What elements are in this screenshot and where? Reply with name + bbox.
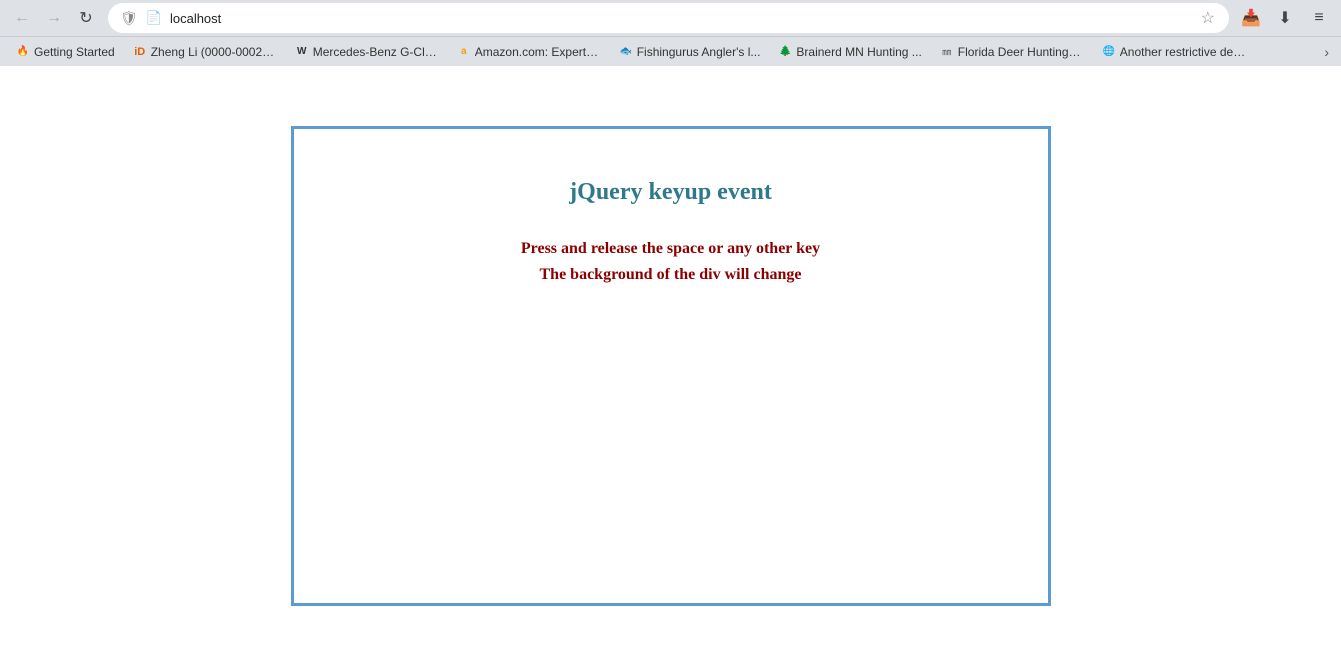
instruction-line-2: The background of the div will change xyxy=(521,262,820,288)
refresh-icon: ↻ xyxy=(79,8,92,28)
bookmark-label-3: Mercedes-Benz G-Clas... xyxy=(313,45,439,59)
bookmark-star-button[interactable]: ☆ xyxy=(1199,6,1217,30)
demo-instructions: Press and release the space or any other… xyxy=(521,236,820,287)
bookmark-favicon-6: 🌲 xyxy=(778,45,792,59)
forward-button[interactable]: → xyxy=(40,4,68,32)
bookmark-item-florida-deer[interactable]: ㎜ Florida Deer Hunting S... xyxy=(932,42,1092,62)
instruction-line-1: Press and release the space or any other… xyxy=(521,236,820,262)
address-bar[interactable]: 🛡 📄 localhost ☆ xyxy=(108,3,1229,33)
toolbar-right: 📥 ⬇ ≡ xyxy=(1237,4,1333,32)
bookmark-item-another[interactable]: 🌐 Another restrictive dee... xyxy=(1094,42,1254,62)
menu-icon: ≡ xyxy=(1314,9,1323,27)
back-icon: ← xyxy=(14,9,30,27)
bookmark-label-5: Fishingurus Angler's l... xyxy=(637,45,761,59)
bookmark-favicon-2: iD xyxy=(133,45,147,59)
bookmark-item-getting-started[interactable]: 🔥 Getting Started xyxy=(8,42,123,62)
url-text: localhost xyxy=(170,11,1191,26)
bookmark-item-mercedes[interactable]: W Mercedes-Benz G-Clas... xyxy=(287,42,447,62)
bookmark-item-amazon[interactable]: a Amazon.com: ExpertP... xyxy=(449,42,609,62)
menu-button[interactable]: ≡ xyxy=(1305,4,1333,32)
nav-buttons: ← → ↻ xyxy=(8,4,100,32)
pocket-button[interactable]: 📥 xyxy=(1237,4,1265,32)
demo-div[interactable]: jQuery keyup event Press and release the… xyxy=(291,126,1051,606)
star-icon: ☆ xyxy=(1201,10,1215,27)
bookmark-favicon-1: 🔥 xyxy=(16,45,30,59)
bookmark-favicon-4: a xyxy=(457,45,471,59)
bookmark-item-brainerd[interactable]: 🌲 Brainerd MN Hunting ... xyxy=(770,42,929,62)
download-button[interactable]: ⬇ xyxy=(1271,4,1299,32)
bookmark-label-2: Zheng Li (0000-0002-3... xyxy=(151,45,277,59)
bookmark-label-6: Brainerd MN Hunting ... xyxy=(796,45,921,59)
bookmark-favicon-7: ㎜ xyxy=(940,45,954,59)
bookmarks-bar: 🔥 Getting Started iD Zheng Li (0000-0002… xyxy=(0,36,1341,66)
bookmark-item-zheng-li[interactable]: iD Zheng Li (0000-0002-3... xyxy=(125,42,285,62)
back-button[interactable]: ← xyxy=(8,4,36,32)
bookmark-label-8: Another restrictive dee... xyxy=(1120,45,1246,59)
shield-icon: 🛡 xyxy=(120,10,138,27)
refresh-button[interactable]: ↻ xyxy=(72,4,100,32)
bookmark-favicon-5: 🐟 xyxy=(619,45,633,59)
bookmark-label-1: Getting Started xyxy=(34,45,115,59)
bookmarks-more-button[interactable]: › xyxy=(1320,41,1333,63)
bookmark-label-7: Florida Deer Hunting S... xyxy=(958,45,1084,59)
bookmark-favicon-3: W xyxy=(295,45,309,59)
bookmark-item-fishingurus[interactable]: 🐟 Fishingurus Angler's l... xyxy=(611,42,769,62)
download-icon: ⬇ xyxy=(1278,8,1291,28)
page-content: jQuery keyup event Press and release the… xyxy=(0,66,1341,657)
bookmark-label-4: Amazon.com: ExpertP... xyxy=(475,45,601,59)
page-icon: 📄 xyxy=(146,10,162,26)
forward-icon: → xyxy=(46,9,62,27)
title-bar: ← → ↻ 🛡 📄 localhost ☆ 📥 ⬇ xyxy=(0,0,1341,36)
browser-chrome: ← → ↻ 🛡 📄 localhost ☆ 📥 ⬇ xyxy=(0,0,1341,66)
bookmark-favicon-8: 🌐 xyxy=(1102,45,1116,59)
chevron-right-icon: › xyxy=(1324,44,1329,60)
demo-title: jQuery keyup event xyxy=(569,179,772,206)
pocket-icon: 📥 xyxy=(1241,8,1261,28)
